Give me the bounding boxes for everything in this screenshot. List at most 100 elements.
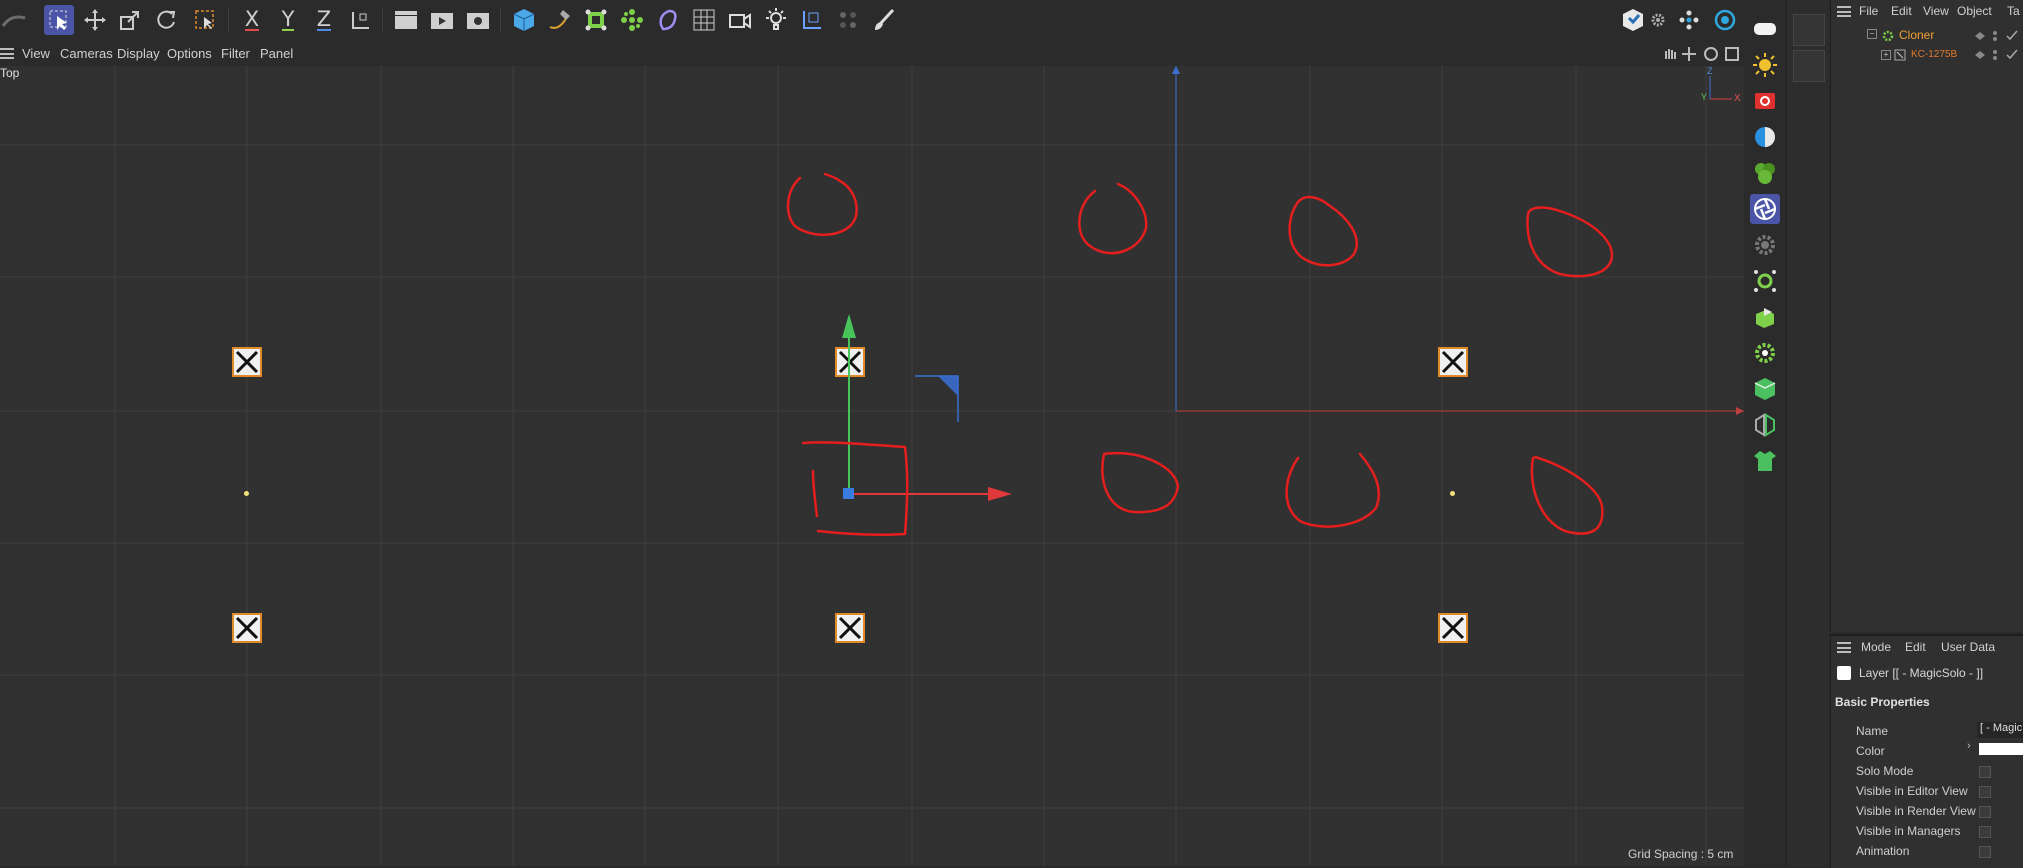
tool-palette [1746,0,1784,866]
clapper-icon[interactable] [391,5,421,35]
foliage-icon[interactable] [1750,158,1780,188]
object-name: Cloner [1899,28,1935,42]
secondary-palette [1786,0,1829,866]
object-visibility-icons[interactable] [1973,29,2023,43]
generator-icon[interactable] [833,5,863,35]
expand-toggle-icon[interactable]: + [1881,50,1891,60]
cloner-icon[interactable] [617,5,647,35]
cloner-object-icon [1882,30,1894,42]
viewport[interactable]: Top Z Y X Grid Spacing : 5 cm [0,66,1744,866]
menu-cameras[interactable]: Cameras [60,46,113,61]
main-toolbar: X Y Z [0,0,1830,40]
solo-mode-checkbox[interactable] [1979,766,1991,778]
visible-managers-checkbox[interactable] [1979,826,1991,838]
om-menu-object[interactable]: Object [1957,4,1992,18]
null-small-icon [1894,49,1906,61]
viewport-menu-bar: View Cameras Display Options Filter Pane… [0,42,1744,66]
visible-render-label: Visible in Render View [1856,804,1976,818]
attribute-manager: Mode Edit User Data Layer [[ - MagicSolo… [1830,634,2023,868]
model-selection-icon[interactable] [190,5,220,35]
render-camera-icon[interactable] [1750,86,1780,116]
camera-label: Top [0,66,20,80]
om-menu-tags[interactable]: Ta [2007,4,2020,18]
layer-color-swatch [1837,666,1851,680]
color-expand-icon[interactable]: › [1967,740,1971,752]
cube-green-icon[interactable] [1750,374,1780,404]
animation-label: Animation [1856,844,1910,858]
inactive-tool-icon[interactable] [1793,14,1825,46]
menu-filter[interactable]: Filter [221,46,250,61]
om-menu-edit[interactable]: Edit [1891,4,1912,18]
cube-icon[interactable] [509,5,539,35]
visible-render-checkbox[interactable] [1979,806,1991,818]
menu-display[interactable]: Display [117,46,160,61]
name-field[interactable]: [ - Magic [1977,722,2023,738]
target-icon[interactable] [1710,5,1740,35]
menu-options[interactable]: Options [167,46,212,61]
move-icon[interactable] [80,5,110,35]
layer-title: Layer [[ - MagicSolo - ]] [1859,666,1984,680]
red-drawn-shapes [786,172,1614,537]
am-menu-user-data[interactable]: User Data [1941,640,1995,654]
object-row-cloner[interactable]: − Cloner [1831,27,2023,45]
viewport-nav-icons[interactable] [1662,45,1744,63]
visible-editor-label: Visible in Editor View [1856,784,1968,798]
object-row-kc[interactable]: + KC-1275B [1831,46,2023,64]
am-menu-mode[interactable]: Mode [1861,640,1891,654]
rotate-icon[interactable] [151,5,181,35]
collapse-toggle-icon[interactable]: − [1867,29,1877,39]
object-icon[interactable] [1750,302,1780,332]
color-label: Color [1856,744,1885,758]
scale-icon[interactable] [115,5,145,35]
solo-mode-label: Solo Mode [1856,764,1914,778]
axis-x-lock[interactable]: X [237,5,267,35]
sky-sun-icon[interactable] [1750,50,1780,80]
emitter-gear-icon[interactable] [1750,338,1780,368]
snap-icon[interactable] [1618,5,1648,35]
am-menu-icon[interactable] [1837,642,1851,653]
floor-icon[interactable] [1750,14,1780,44]
section-title: Basic Properties [1835,695,1930,709]
settings-gear-icon[interactable] [1750,230,1780,260]
om-menu-file[interactable]: File [1859,4,1878,18]
color-field[interactable] [1979,743,2023,755]
om-menu-view[interactable]: View [1923,4,1949,18]
deformer-icon[interactable] [653,5,683,35]
camera-icon[interactable] [725,5,755,35]
grid-icon[interactable] [689,5,719,35]
spline-pen-icon[interactable] [545,5,575,35]
view-axis-indicator: Z Y X [1701,66,1741,104]
undo-icon[interactable] [0,5,28,35]
object-name: KC-1275B [1911,49,1958,60]
coordinate-system-icon[interactable] [345,5,375,35]
shirt-icon[interactable] [1750,446,1780,476]
axis-z-lock[interactable]: Z [309,5,339,35]
gear-icon[interactable] [1646,5,1670,35]
menu-view[interactable]: View [22,46,50,61]
viewport-menu-icon[interactable] [0,48,14,59]
inactive-tool-icon[interactable] [1793,50,1825,82]
visible-editor-checkbox[interactable] [1979,786,1991,798]
visible-managers-label: Visible in Managers [1856,824,1961,838]
light-icon[interactable] [761,5,791,35]
animation-checkbox[interactable] [1979,846,1991,858]
cloner-dots-icon[interactable] [1674,5,1704,35]
symmetry-icon[interactable] [1750,410,1780,440]
name-label: Name [1856,724,1889,738]
render-settings-icon[interactable] [463,5,493,35]
environment-icon[interactable] [1750,122,1780,152]
particles-icon[interactable] [1750,266,1780,296]
axis-y-lock[interactable]: Y [273,5,303,35]
object-visibility-icons[interactable] [1973,48,2023,62]
grid-spacing-label: Grid Spacing : 5 cm [1628,847,1734,861]
play-render-icon[interactable] [427,5,457,35]
live-selection-icon[interactable] [44,5,74,35]
object-manager: File Edit View Object Ta − Cloner + KC-1… [1830,0,2023,632]
axis-icon[interactable] [797,5,827,35]
om-menu-icon[interactable] [1837,6,1851,17]
am-menu-edit[interactable]: Edit [1905,640,1926,654]
subdivision-icon[interactable] [581,5,611,35]
shutter-icon[interactable] [1750,194,1780,224]
brush-icon[interactable] [869,5,899,35]
menu-panel[interactable]: Panel [260,46,293,61]
